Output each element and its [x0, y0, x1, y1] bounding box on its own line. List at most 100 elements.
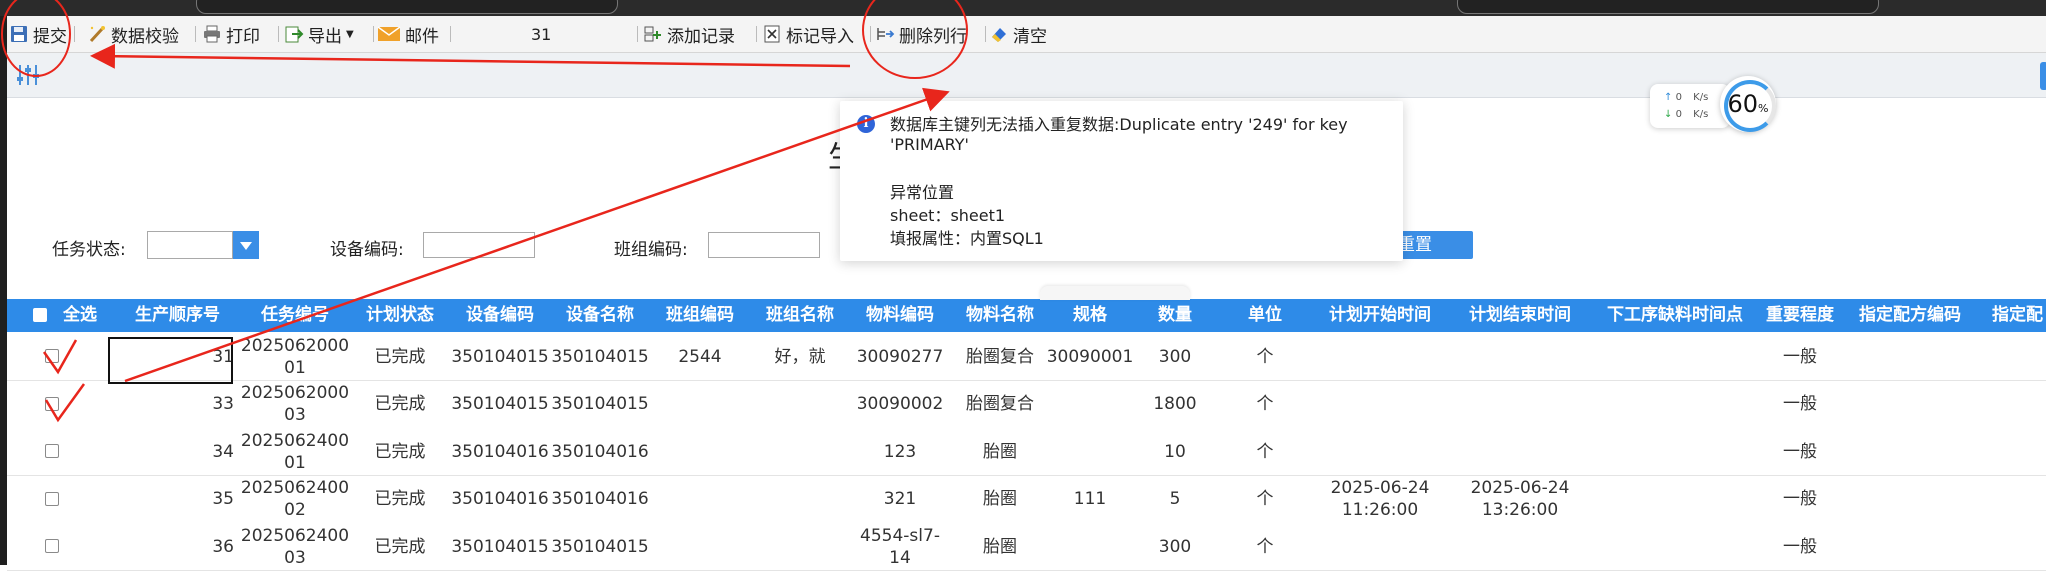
- team-code-input[interactable]: [708, 232, 820, 258]
- cell-end[interactable]: [1450, 333, 1590, 380]
- cell-unit[interactable]: 个: [1220, 476, 1310, 523]
- cell-material-name[interactable]: 胎圈复合: [950, 333, 1050, 380]
- cell-seq[interactable]: 33: [115, 381, 240, 428]
- table-row[interactable]: 34 2025062400 01 已完成 350104016 350104016 123 胎…: [7, 428, 2046, 476]
- table-row[interactable]: 33 2025062000 03 已完成 350104015 350104015 3009…: [7, 380, 2046, 429]
- cell-importance[interactable]: 一般: [1760, 381, 1840, 428]
- cell-material-code[interactable]: 30090277: [850, 333, 950, 380]
- cell-device-code[interactable]: 350104016: [450, 428, 550, 475]
- print-button[interactable]: 打印: [202, 16, 260, 52]
- row-checkbox[interactable]: [45, 396, 59, 411]
- cell-spec[interactable]: [1050, 523, 1130, 570]
- table-row[interactable]: 35 2025062400 02 已完成 350104016 350104016 321 胎…: [7, 475, 2046, 524]
- cell-team-name[interactable]: [750, 428, 850, 475]
- row-checkbox[interactable]: [45, 349, 59, 363]
- cell-importance[interactable]: 一般: [1760, 428, 1840, 475]
- cell-seq[interactable]: 35: [115, 476, 240, 523]
- cell-spec[interactable]: [1050, 381, 1130, 428]
- cell-end[interactable]: [1450, 523, 1590, 570]
- cell-device-code[interactable]: 350104015: [450, 381, 550, 428]
- cell-task[interactable]: 2025062400 03: [240, 523, 350, 570]
- cell-task[interactable]: 2025062000 03: [240, 381, 350, 428]
- cell-team-code[interactable]: [650, 381, 750, 428]
- cell-device-code[interactable]: 350104015: [450, 333, 550, 380]
- cell-end[interactable]: [1450, 428, 1590, 475]
- cell-material-code[interactable]: 321: [850, 476, 950, 523]
- cell-task[interactable]: 2025062000 01: [240, 333, 350, 380]
- row-checkbox[interactable]: [45, 491, 59, 506]
- cell-material-name[interactable]: 胎圈: [950, 476, 1050, 523]
- cell-device-name[interactable]: 350104016: [550, 428, 650, 475]
- cell-unit[interactable]: 个: [1220, 523, 1310, 570]
- browser-tab-pill[interactable]: [1457, 0, 1879, 14]
- header-select-all[interactable]: 全选: [51, 299, 109, 332]
- task-status-dropdown-button[interactable]: [233, 231, 259, 259]
- delete-row-button[interactable]: 删除列行: [875, 16, 967, 52]
- cell-device-name[interactable]: 350104016: [550, 476, 650, 523]
- cell-team-name[interactable]: 好，就: [750, 333, 850, 380]
- page-number-field[interactable]: 31: [531, 16, 551, 52]
- device-code-input[interactable]: [423, 232, 535, 258]
- cell-status[interactable]: 已完成: [350, 333, 450, 380]
- cell-qty[interactable]: 10: [1130, 428, 1220, 475]
- cell-spec[interactable]: 30090001: [1047, 333, 1134, 380]
- cell-team-name[interactable]: [750, 523, 850, 570]
- validate-button[interactable]: 数据校验: [87, 16, 179, 52]
- settings-sliders-icon[interactable]: [15, 63, 41, 87]
- cell-device-name[interactable]: 350104015: [550, 523, 650, 570]
- cell-team-name[interactable]: [750, 381, 850, 428]
- cell-end[interactable]: 2025-06-24 13:26:00: [1450, 476, 1590, 523]
- cell-start[interactable]: [1310, 381, 1450, 428]
- cell-start[interactable]: [1310, 523, 1450, 570]
- cell-status[interactable]: 已完成: [350, 381, 450, 428]
- cell-start[interactable]: [1310, 428, 1450, 475]
- cell-material-name[interactable]: 胎圈: [950, 428, 1050, 475]
- cell-seq[interactable]: 34: [115, 428, 240, 475]
- cell-end[interactable]: [1450, 381, 1590, 428]
- cell-qty[interactable]: 300: [1130, 523, 1220, 570]
- table-row[interactable]: 31 2025062000 01 已完成 350104015 350104015 2544…: [7, 333, 2046, 381]
- row-checkbox[interactable]: [45, 444, 59, 458]
- cell-spec[interactable]: 111: [1050, 476, 1130, 523]
- task-status-select[interactable]: [147, 231, 233, 259]
- clear-button[interactable]: 清空: [989, 16, 1047, 52]
- cell-unit[interactable]: 个: [1220, 381, 1310, 428]
- cell-seq[interactable]: 36: [115, 523, 240, 570]
- cell-team-name[interactable]: [750, 476, 850, 523]
- network-speed-widget[interactable]: ↑ 0 K/s ↓ 0 K/s 60%: [1650, 76, 1780, 132]
- cell-task[interactable]: 2025062400 01: [240, 428, 350, 475]
- cell-device-name[interactable]: 350104015: [550, 333, 650, 380]
- cell-importance[interactable]: 一般: [1760, 523, 1840, 570]
- cell-device-code[interactable]: 350104016: [450, 476, 550, 523]
- submit-button[interactable]: 提交: [9, 16, 67, 52]
- cell-device-code[interactable]: 350104015: [450, 523, 550, 570]
- cell-material-name[interactable]: 胎圈复合: [950, 381, 1050, 428]
- cell-material-code[interactable]: 123: [850, 428, 950, 475]
- side-panel-toggle[interactable]: [2040, 62, 2046, 90]
- cell-unit[interactable]: 个: [1220, 333, 1310, 380]
- cell-task[interactable]: 2025062400 02: [240, 476, 350, 523]
- cell-qty[interactable]: 300: [1130, 333, 1220, 380]
- cell-start[interactable]: [1310, 333, 1450, 380]
- cell-material-name[interactable]: 胎圈: [950, 523, 1050, 570]
- cell-qty[interactable]: 5: [1130, 476, 1220, 523]
- cell-team-code[interactable]: [650, 428, 750, 475]
- cell-status[interactable]: 已完成: [350, 476, 450, 523]
- mark-import-button[interactable]: 标记导入: [762, 16, 854, 52]
- cell-importance[interactable]: 一般: [1760, 476, 1840, 523]
- cell-material-code[interactable]: 4554-sl7- 14: [850, 523, 950, 570]
- cell-qty[interactable]: 1800: [1130, 381, 1220, 428]
- row-checkbox[interactable]: [45, 539, 59, 553]
- cell-material-code[interactable]: 30090002: [850, 381, 950, 428]
- cell-importance[interactable]: 一般: [1760, 333, 1840, 380]
- add-record-button[interactable]: 添加记录: [643, 16, 735, 52]
- cell-status[interactable]: 已完成: [350, 523, 450, 570]
- cell-team-code[interactable]: 2544: [650, 333, 750, 380]
- cell-status[interactable]: 已完成: [350, 428, 450, 475]
- cell-start[interactable]: 2025-06-24 11:26:00: [1310, 476, 1450, 523]
- table-row[interactable]: 36 2025062400 03 已完成 350104015 350104015 4554…: [7, 523, 2046, 571]
- cell-device-name[interactable]: 350104015: [550, 381, 650, 428]
- select-all-checkbox[interactable]: [33, 308, 47, 322]
- browser-tab-pill[interactable]: [196, 0, 618, 14]
- cell-unit[interactable]: 个: [1220, 428, 1310, 475]
